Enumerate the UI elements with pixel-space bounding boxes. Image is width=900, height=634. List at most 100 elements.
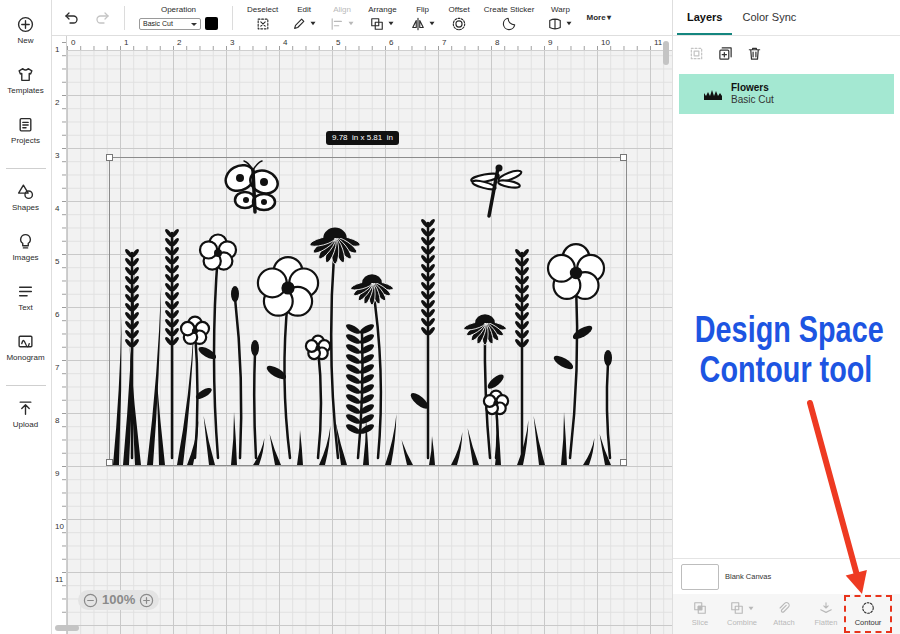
resize-handle[interactable] — [106, 459, 113, 466]
ruler-label: 11 — [654, 38, 662, 47]
ruler-label: 7 — [442, 38, 446, 47]
panel-tab[interactable]: Color Sync — [732, 11, 806, 35]
paperclip-icon — [777, 601, 791, 615]
sidebar-label: Text — [18, 303, 33, 313]
canvas-swatch[interactable] — [681, 564, 719, 590]
toolbar-separator — [124, 6, 125, 30]
bottom-tool-button: Flatten — [805, 598, 847, 630]
resize-handle[interactable] — [620, 154, 627, 161]
arrange-icon — [370, 17, 384, 31]
layer-name: Flowers — [731, 82, 774, 94]
undo-icon[interactable] — [64, 10, 80, 26]
sidebar-label: Templates — [7, 86, 43, 96]
toolbar-tool[interactable]: Deselect — [247, 5, 278, 31]
sidebar-item[interactable]: Projects — [0, 112, 52, 162]
vertical-scrollbar[interactable] — [663, 41, 669, 65]
resize-handle[interactable] — [620, 459, 627, 466]
bottom-tool-icon-row — [693, 601, 707, 615]
toolbar-tool[interactable]: Create Sticker — [484, 5, 535, 31]
bottom-toolbar: SliceCombineAttachFlattenContour — [673, 594, 900, 634]
bottom-tool[interactable]: Contour — [855, 601, 882, 627]
slice-icon — [693, 601, 707, 615]
ruler-label: 8 — [495, 38, 499, 47]
toolbar-tool[interactable]: Flip — [411, 5, 435, 31]
selection-box[interactable]: 9.78 in x 5.81 in — [109, 157, 627, 466]
sidebar-separator — [6, 385, 46, 386]
layer-actions — [673, 36, 900, 70]
layer-list: FlowersBasic Cut — [673, 70, 900, 118]
tool-icon-row — [292, 17, 316, 31]
tool-label: Flip — [416, 5, 429, 15]
pencil-icon — [292, 17, 306, 31]
size-tooltip: 9.78 in x 5.81 in — [326, 131, 399, 145]
more-menu[interactable]: More▾ — [586, 12, 610, 24]
toolbar-tool[interactable]: Offset — [449, 5, 470, 31]
flatten-icon — [819, 601, 833, 615]
bottom-tool-button[interactable]: Contour — [847, 598, 889, 630]
ruler-label: 6 — [55, 310, 59, 319]
toolbar-tool[interactable]: Arrange — [368, 5, 396, 31]
ruler-label: 4 — [55, 204, 59, 213]
sidebar-item[interactable]: Images — [0, 229, 52, 279]
align-icon — [330, 17, 344, 31]
tool-label: Arrange — [368, 5, 396, 15]
sticker-icon — [502, 17, 516, 31]
flowers-artwork[interactable] — [110, 158, 626, 465]
trash-icon[interactable] — [747, 46, 762, 61]
red-arrow-icon — [0, 0, 900, 634]
sidebar-item[interactable]: Shapes — [0, 179, 52, 229]
toolbar-tool[interactable]: Warp — [548, 5, 572, 31]
sidebar-item[interactable]: Text — [0, 279, 52, 329]
ruler-label: 9 — [55, 469, 59, 478]
top-ruler: 01234567891011 — [67, 36, 672, 51]
tool-label: Deselect — [247, 5, 278, 15]
tool-icon-row — [411, 17, 435, 31]
caret-icon — [566, 21, 572, 26]
annotation-line: Design Space — [695, 310, 877, 350]
left-ruler: 1234567891011 — [52, 36, 67, 634]
color-swatch[interactable] — [205, 17, 218, 30]
caret-icon — [748, 606, 754, 611]
layer-text: FlowersBasic Cut — [731, 82, 774, 106]
toolbar-separator — [232, 6, 233, 30]
ruler-label: 5 — [336, 38, 340, 47]
tool-icon-row — [256, 17, 270, 31]
ruler-label: 3 — [230, 38, 234, 47]
design-canvas[interactable]: 1234567891011012345678910119.78 in x 5.8… — [52, 36, 672, 634]
offset-icon — [452, 17, 466, 31]
text-icon — [17, 283, 34, 300]
sidebar-item[interactable]: Monogram — [0, 329, 52, 379]
operation-label: Operation — [161, 5, 196, 15]
tool-icon-row — [452, 17, 466, 31]
operation-control[interactable]: Operation Basic Cut — [139, 5, 218, 30]
ruler-label: 3 — [55, 151, 59, 160]
toolbar-tool[interactable]: Edit — [292, 5, 316, 31]
bottom-tool-label: Flatten — [815, 618, 838, 627]
bottom-tool: Flatten — [815, 601, 838, 627]
sidebar-label: Shapes — [12, 203, 39, 213]
bottom-tool-label: Contour — [855, 618, 882, 627]
zoom-in-icon[interactable] — [139, 593, 154, 608]
lightbulb-icon — [17, 233, 34, 250]
sidebar-item[interactable]: Upload — [0, 396, 52, 446]
sidebar-item[interactable]: New — [0, 12, 52, 62]
zoom-control: 100% — [78, 590, 159, 610]
ruler-label: 1 — [124, 38, 128, 47]
operation-select[interactable]: Basic Cut — [139, 18, 201, 30]
zoom-level: 100% — [102, 592, 135, 608]
layer-item[interactable]: FlowersBasic Cut — [679, 74, 894, 114]
sidebar-item[interactable]: Templates — [0, 62, 52, 112]
blank-canvas-row[interactable]: Blank Canvas — [673, 558, 900, 594]
horizontal-scrollbar[interactable] — [55, 625, 79, 631]
ruler-label: 1 — [55, 45, 59, 54]
combine-icon — [730, 601, 744, 615]
bottom-tool-button: Attach — [763, 598, 805, 630]
panel-tab[interactable]: Layers — [677, 11, 732, 35]
duplicate-icon[interactable] — [718, 46, 733, 61]
tool-icon-row — [502, 17, 516, 31]
resize-handle[interactable] — [106, 154, 113, 161]
ruler-label: 10 — [601, 38, 610, 47]
projects-icon — [17, 116, 34, 133]
zoom-out-icon[interactable] — [83, 593, 98, 608]
panel-space — [673, 118, 900, 558]
